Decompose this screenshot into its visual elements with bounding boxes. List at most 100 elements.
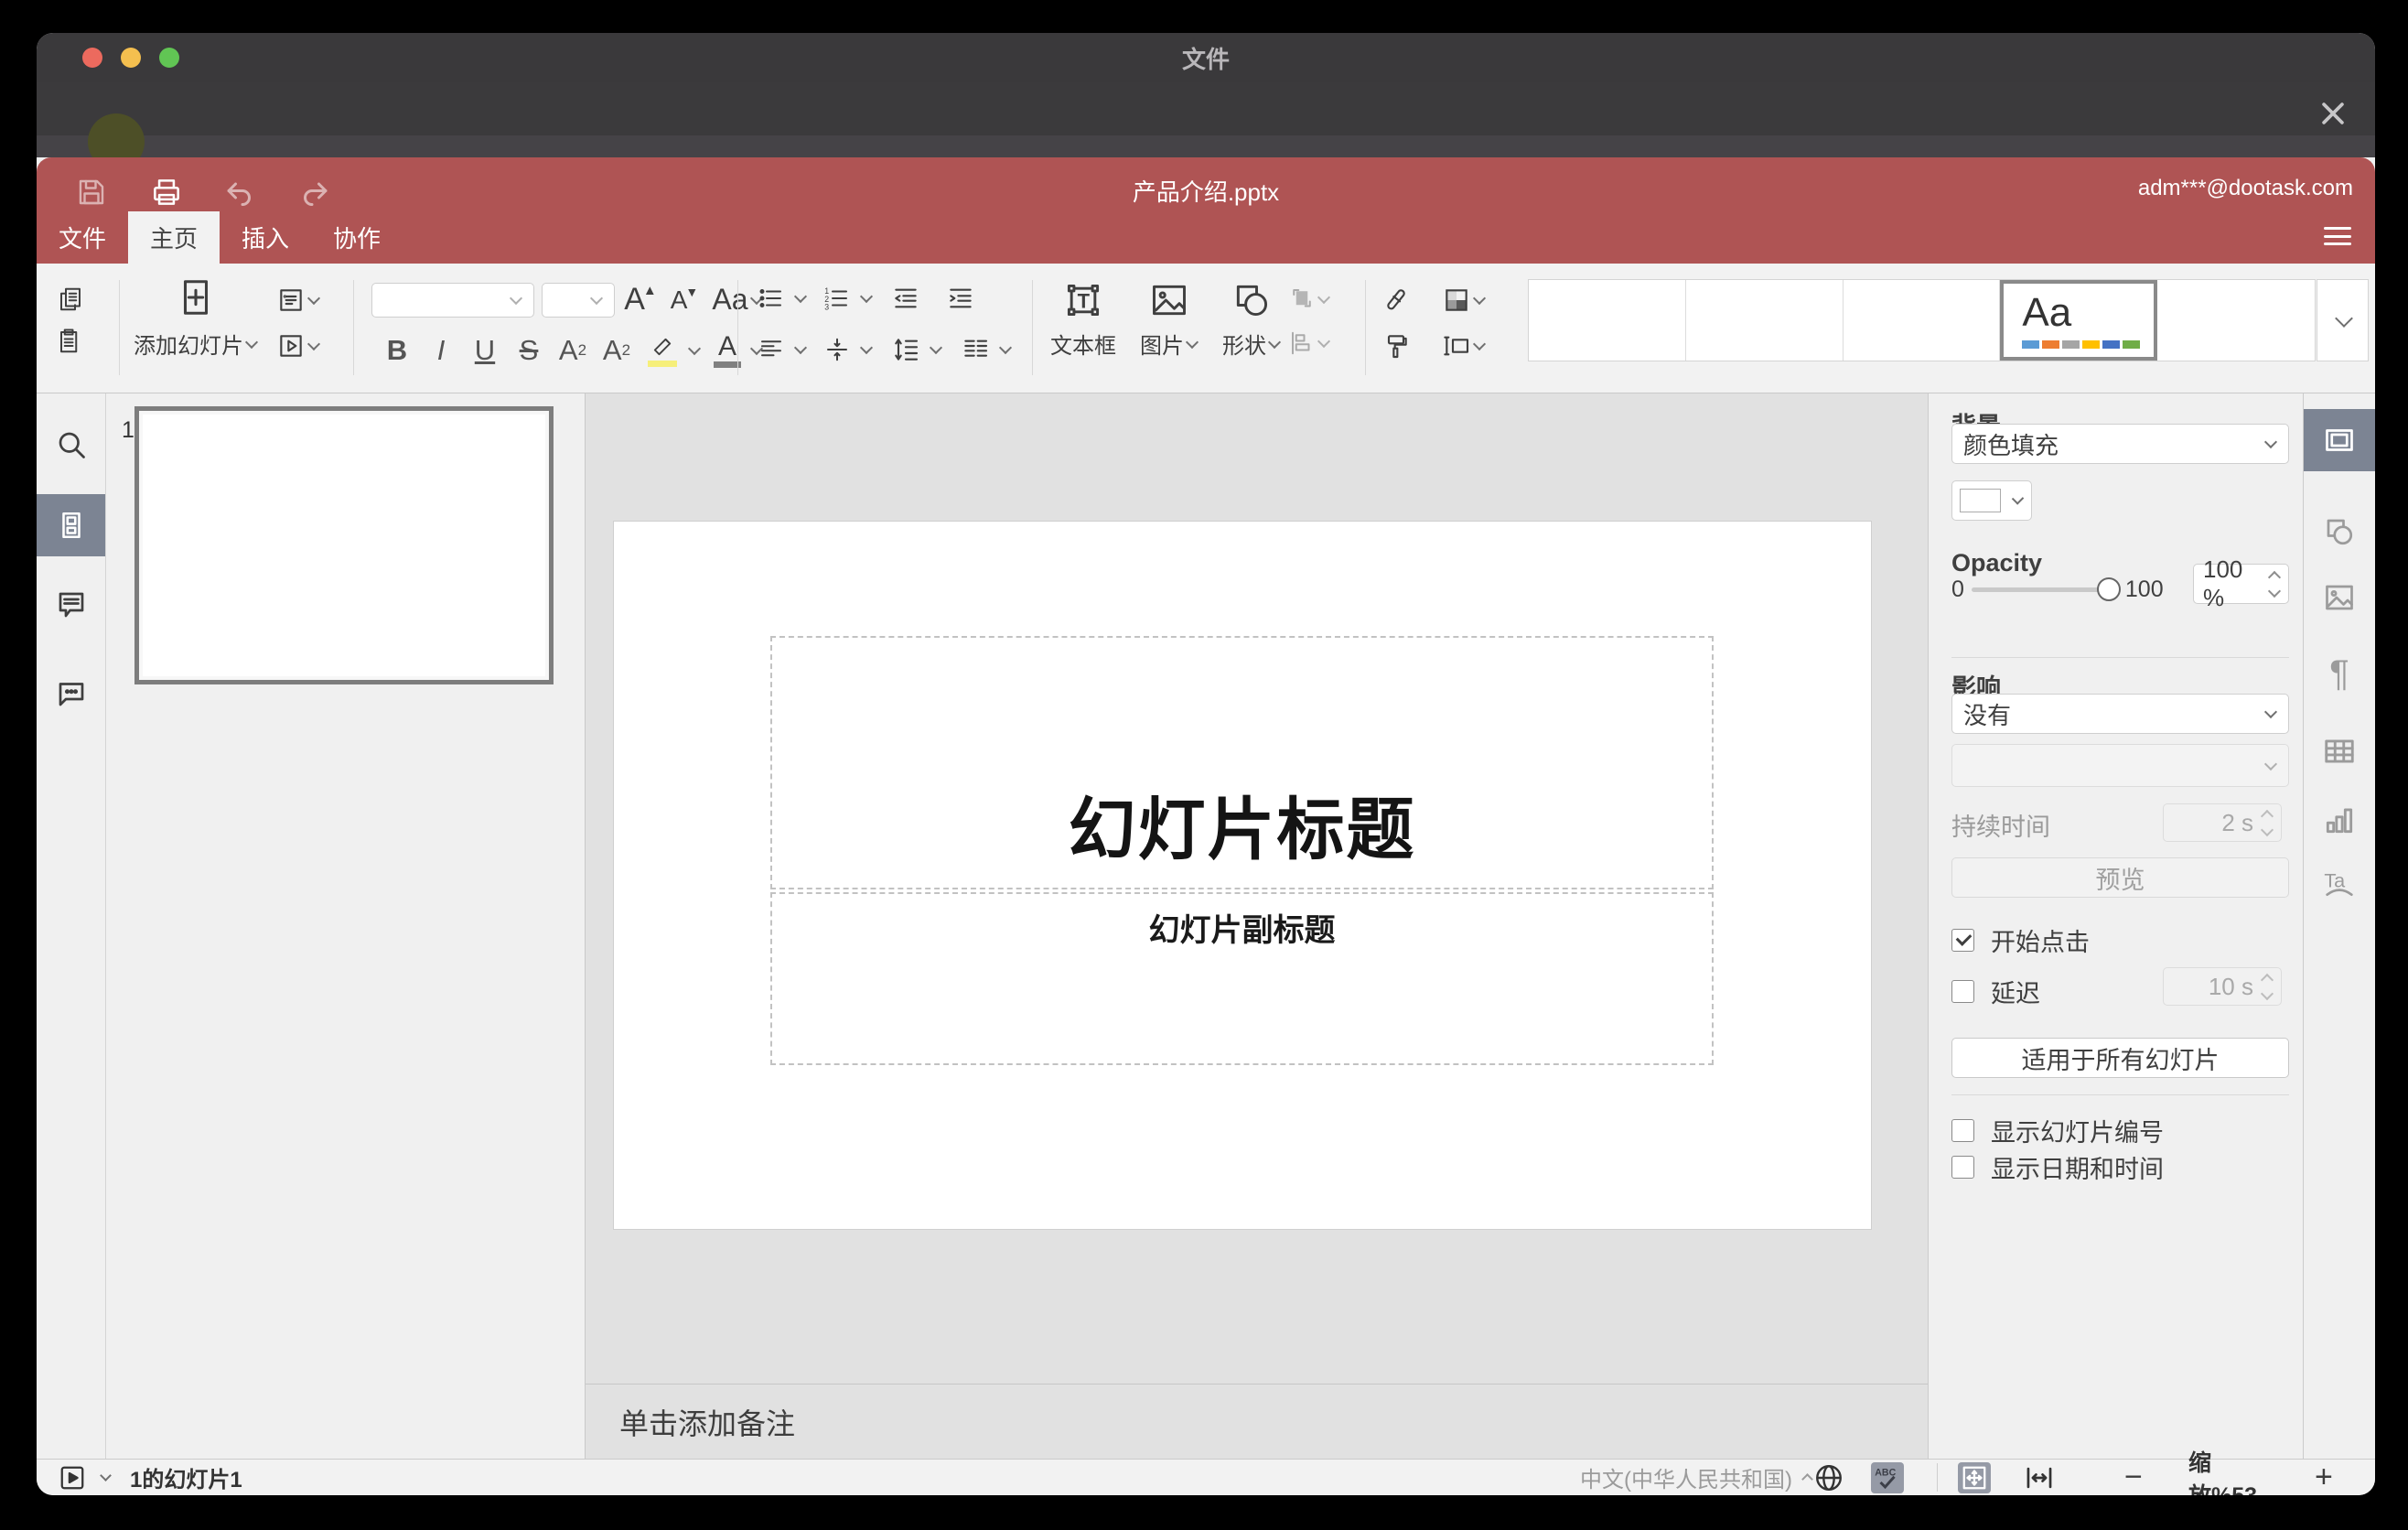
table-settings-icon[interactable] <box>2304 720 2375 782</box>
image-settings-icon[interactable] <box>2304 566 2375 629</box>
shape-button[interactable]: 形状 <box>1222 280 1282 360</box>
start-slideshow-button[interactable] <box>276 331 321 361</box>
opacity-slider-knob[interactable] <box>2096 577 2121 601</box>
theme-sample-text: Aa <box>2022 289 2072 335</box>
subscript-button[interactable]: A2 <box>595 334 639 367</box>
font-decrease-button[interactable]: A ▼ <box>666 285 703 315</box>
line-spacing-icon[interactable] <box>886 335 926 364</box>
title-placeholder[interactable]: 幻灯片标题 <box>770 636 1714 889</box>
close-icon[interactable] <box>2315 95 2351 132</box>
theme-thumbnail[interactable] <box>1685 280 1844 361</box>
strikethrough-button[interactable]: S <box>507 334 551 367</box>
opacity-spinbox[interactable]: 100 % <box>2193 555 2289 611</box>
image-button[interactable]: 图片 <box>1140 280 1199 360</box>
slide-settings-icon[interactable] <box>2304 409 2375 471</box>
theme-gallery-expand-icon[interactable] <box>2317 279 2369 361</box>
increase-indent-icon[interactable] <box>941 284 981 313</box>
panel-divider <box>1951 657 2289 658</box>
macos-titlebar: 文件 <box>37 33 2375 82</box>
bullet-list-icon[interactable] <box>752 285 790 312</box>
comments-icon[interactable] <box>37 574 105 636</box>
fill-color-swatch[interactable] <box>1951 480 2032 521</box>
tab-home[interactable]: 主页 <box>128 211 220 264</box>
chat-icon[interactable] <box>37 663 105 725</box>
font-increase-button[interactable]: A ▲ <box>622 282 659 318</box>
slide-layout-button[interactable] <box>276 286 321 315</box>
clear-style-icon[interactable] <box>1381 286 1411 315</box>
slide-info: 1的幻灯片1 <box>130 1468 242 1492</box>
effect-select[interactable]: 没有 <box>1951 694 2289 734</box>
start-on-click-checkbox[interactable] <box>1951 929 1974 952</box>
italic-button[interactable]: I <box>419 334 463 367</box>
preview-button[interactable]: 预览 <box>1951 857 2289 898</box>
spellcheck-icon[interactable]: ABC <box>1871 1461 1904 1493</box>
editor-header: 产品介绍.pptx adm***@dootask.com 文件 主页 插入 协作 <box>37 157 2375 264</box>
copy-icon[interactable] <box>57 286 84 313</box>
theme-thumbnail[interactable] <box>1529 280 1686 361</box>
apply-to-all-button[interactable]: 适用于所有幻灯片 <box>1951 1038 2289 1078</box>
slide-canvas[interactable]: 幻灯片标题 幻灯片副标题 <box>614 522 1871 1229</box>
underline-button[interactable]: U <box>463 334 507 367</box>
align-shape-icon[interactable] <box>1288 329 1331 357</box>
tab-insert[interactable]: 插入 <box>220 211 311 264</box>
theme-gallery: Aa <box>1528 279 2316 361</box>
theme-thumbnail-selected[interactable]: Aa <box>2000 280 2158 361</box>
opacity-slider[interactable] <box>1971 577 2121 601</box>
background-fill-select[interactable]: 颜色填充 <box>1951 424 2289 464</box>
paste-icon[interactable] <box>57 328 84 355</box>
zoom-level: 缩放%53 <box>2188 1449 2257 1496</box>
language-selector[interactable]: 中文(中华人民共和国) <box>1580 1460 1813 1495</box>
apply-to-all-label: 适用于所有幻灯片 <box>2021 1046 2220 1074</box>
highlight-color-button[interactable] <box>639 334 686 367</box>
textbox-button[interactable]: T 文本框 <box>1050 280 1116 360</box>
vertical-align-icon[interactable] <box>818 336 856 363</box>
bold-button[interactable]: B <box>375 334 419 367</box>
zoom-out-icon[interactable]: − <box>2124 1460 2143 1495</box>
numbered-list-icon[interactable]: 123 <box>818 285 856 312</box>
start-on-click-label: 开始点击 <box>1991 929 2090 956</box>
left-sidebar <box>37 393 106 1459</box>
tab-file[interactable]: 文件 <box>37 211 128 264</box>
columns-icon[interactable] <box>955 335 995 364</box>
show-date-time-checkbox[interactable] <box>1951 1156 1974 1179</box>
delay-checkbox[interactable] <box>1951 980 1974 1003</box>
slide-size-icon[interactable] <box>1442 331 1487 361</box>
shape-settings-icon[interactable] <box>2304 501 2375 563</box>
fit-to-slide-icon[interactable] <box>1958 1461 1991 1493</box>
menu-icon[interactable] <box>2324 227 2351 245</box>
theme-thumbnail[interactable] <box>2157 280 2316 361</box>
font-name-select[interactable] <box>371 282 534 318</box>
color-scheme-icon[interactable] <box>1442 286 1487 315</box>
set-language-icon[interactable] <box>1813 1460 1844 1495</box>
font-size-select[interactable] <box>542 282 615 318</box>
paragraph-settings-icon[interactable]: ¶ <box>2304 642 2375 705</box>
tab-collaboration[interactable]: 协作 <box>311 211 403 264</box>
superscript-button[interactable]: A2 <box>551 334 595 367</box>
theme-thumbnail[interactable] <box>1843 280 2001 361</box>
chart-settings-icon[interactable] <box>2304 789 2375 851</box>
delay-spinbox[interactable]: 10 s <box>2163 967 2282 1006</box>
fit-to-width-icon[interactable] <box>2024 1460 2055 1495</box>
image-label: 图片 <box>1140 334 1184 359</box>
textart-settings-icon[interactable]: Ta <box>2304 853 2375 915</box>
language-label: 中文(中华人民共和国) <box>1580 1468 1792 1492</box>
search-icon[interactable] <box>37 414 105 476</box>
effect-option-select-disabled[interactable] <box>1951 744 2289 787</box>
arrange-shape-icon[interactable] <box>1288 286 1331 313</box>
subtitle-placeholder[interactable]: 幻灯片副标题 <box>770 892 1714 1065</box>
horizontal-align-icon[interactable] <box>752 336 790 363</box>
start-slideshow-status-icon[interactable] <box>56 1462 89 1493</box>
delay-value: 10 s <box>2208 972 2253 1000</box>
zoom-in-icon[interactable]: + <box>2315 1460 2333 1495</box>
decrease-indent-icon[interactable] <box>886 284 926 313</box>
slides-panel-icon[interactable] <box>37 494 105 556</box>
font-color-button[interactable]: A <box>706 333 748 368</box>
duration-spinbox[interactable]: 2 s <box>2163 803 2282 842</box>
preview-label: 预览 <box>2095 866 2145 894</box>
add-slide-button[interactable]: 添加幻灯片 <box>132 276 260 360</box>
slide-thumbnail-selected[interactable] <box>134 406 554 684</box>
notes-area[interactable]: 单击添加备注 <box>586 1384 1928 1459</box>
show-slide-number-checkbox[interactable] <box>1951 1119 1974 1142</box>
slide-settings-panel: 背景 颜色填充 Opacity 0 100 100 % 影响 没有 <box>1928 393 2303 1459</box>
copy-style-icon[interactable] <box>1381 331 1411 361</box>
